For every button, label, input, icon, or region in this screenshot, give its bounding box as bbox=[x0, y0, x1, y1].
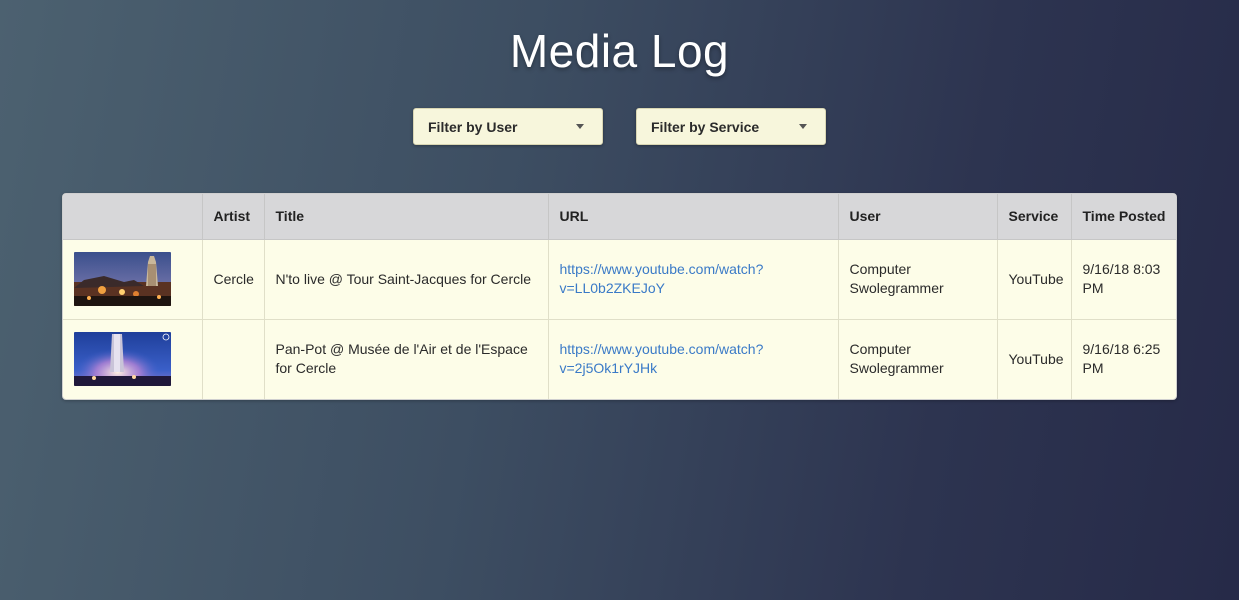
thumbnail-cell bbox=[63, 239, 203, 320]
table-row: Pan-Pot @ Musée de l'Air et de l'Espace … bbox=[63, 319, 1176, 399]
filter-by-user-label: Filter by User bbox=[428, 118, 518, 135]
column-header-service: Service bbox=[997, 194, 1072, 240]
column-header-artist: Artist bbox=[202, 194, 265, 240]
url-cell: https://www.youtube.com/watch?v=LL0b2ZKE… bbox=[548, 239, 839, 320]
artist-cell: Cercle bbox=[202, 239, 265, 320]
thumbnail-cell bbox=[63, 319, 203, 399]
video-link[interactable]: https://www.youtube.com/watch?v=2j5Ok1rY… bbox=[560, 341, 764, 376]
video-link[interactable]: https://www.youtube.com/watch?v=LL0b2ZKE… bbox=[560, 261, 764, 296]
column-header-time-posted: Time Posted bbox=[1071, 194, 1176, 240]
time-posted-cell: 9/16/18 8:03 PM bbox=[1071, 239, 1176, 320]
title-cell: Pan-Pot @ Musée de l'Air et de l'Espace … bbox=[264, 319, 549, 399]
filter-by-user-dropdown[interactable]: Filter by User bbox=[413, 108, 603, 145]
concert-thumbnail-museum-image bbox=[74, 332, 171, 387]
column-header-user: User bbox=[838, 194, 998, 240]
media-log-table: Artist Title URL User Service Time Poste… bbox=[62, 193, 1177, 400]
filter-by-service-label: Filter by Service bbox=[651, 118, 760, 135]
caret-down-icon bbox=[576, 124, 584, 129]
filter-bar: Filter by User Filter by Service bbox=[0, 108, 1239, 145]
table-header-row: Artist Title URL User Service Time Poste… bbox=[63, 194, 1176, 240]
filter-by-service-dropdown[interactable]: Filter by Service bbox=[636, 108, 826, 145]
time-posted-cell: 9/16/18 6:25 PM bbox=[1082, 341, 1161, 377]
table-row: Cercle N'to live @ Tour Saint-Jacques fo… bbox=[63, 239, 1176, 320]
video-thumbnail[interactable] bbox=[74, 332, 171, 387]
title-cell: N'to live @ Tour Saint-Jacques for Cercl… bbox=[264, 239, 549, 320]
column-header-url: URL bbox=[548, 194, 839, 240]
url-cell: https://www.youtube.com/watch?v=2j5Ok1rY… bbox=[548, 319, 839, 399]
page-title: Media Log bbox=[509, 25, 730, 77]
video-thumbnail[interactable] bbox=[74, 252, 171, 306]
service-cell: YouTube bbox=[997, 239, 1072, 320]
column-header-thumbnail bbox=[63, 194, 203, 240]
column-header-title: Title bbox=[264, 194, 549, 240]
user-cell: Computer Swolegrammer bbox=[838, 239, 998, 320]
caret-down-icon bbox=[799, 124, 807, 129]
concert-thumbnail-tower-image bbox=[74, 252, 171, 306]
service-cell: YouTube bbox=[997, 319, 1072, 399]
user-cell: Computer Swolegrammer bbox=[838, 319, 998, 399]
artist-cell bbox=[202, 319, 265, 399]
